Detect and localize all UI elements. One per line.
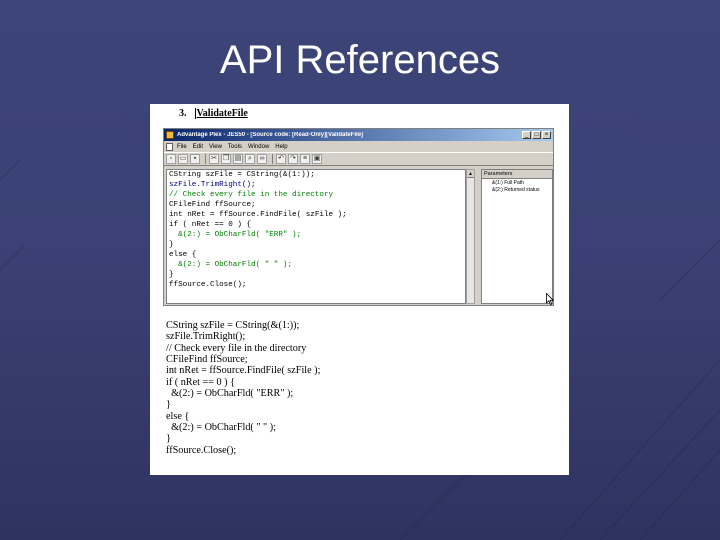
printed-code-line: else { (166, 410, 190, 422)
code-line: ffSource.Close(); (169, 281, 247, 289)
code-line: // Check every file in the directory (169, 191, 334, 199)
parameter-item[interactable]: &(1:) Full Path (482, 179, 552, 186)
printed-code-line: // Check every file in the directory (166, 342, 307, 354)
menu-bar: File Edit View Tools Window Help (164, 141, 553, 152)
toolbar-separator (205, 154, 206, 164)
document-image: 3. ValidateFile Advantage Plex - JES50 - … (150, 104, 569, 475)
printed-code-line: szFile.TrimRight(); (166, 331, 246, 343)
parameter-item[interactable]: &(2:) Returned status (482, 186, 552, 193)
parameters-header: Parameters (482, 170, 552, 179)
printed-code-line: } (166, 433, 171, 445)
vertical-scrollbar[interactable]: ▲ (466, 169, 475, 304)
redo-icon[interactable]: ↷ (288, 154, 298, 164)
scroll-up-icon[interactable]: ▲ (467, 170, 474, 178)
menu-view[interactable]: View (209, 144, 222, 150)
minimize-button[interactable]: _ (522, 131, 531, 139)
mouse-pointer-icon (546, 293, 554, 305)
document-icon (166, 142, 173, 151)
code-line: CString szFile = CString(&(1:)); (169, 171, 315, 179)
code-line: } (169, 241, 174, 249)
menu-file[interactable]: File (177, 144, 187, 150)
open-icon[interactable]: ▭ (178, 154, 188, 164)
binoculars-icon[interactable]: ∞ (257, 154, 267, 164)
printed-code-listing: CString szFile = CString(&(1:)); szFile.… (166, 320, 546, 456)
paste-icon[interactable]: ▤ (233, 154, 243, 164)
step-heading: 3. ValidateFile (179, 108, 248, 119)
code-line: szFile.TrimRight(); (169, 181, 256, 189)
code-line: CFileFind ffSource; (169, 201, 256, 209)
undo-icon[interactable]: ↶ (276, 154, 286, 164)
cut-icon[interactable]: ✂ (209, 154, 219, 164)
code-line: if ( nRet == 0 ) { (169, 221, 252, 229)
slide-title: API References (219, 38, 501, 82)
code-editor[interactable]: CString szFile = CString(&(1:)); szFile.… (166, 169, 466, 304)
app-icon (166, 131, 174, 139)
maximize-button[interactable]: □ (532, 131, 541, 139)
code-line: &(2:) = ObCharFld( " " ); (169, 261, 293, 269)
printed-code-line: &(2:) = ObCharFld( " " ); (166, 422, 276, 434)
step-number: 3. (179, 108, 187, 119)
printed-code-line: &(2:) = ObCharFld( "ERR" ); (166, 388, 294, 400)
code-line: } (169, 271, 174, 279)
window-titlebar: Advantage Plex - JES50 - [Source code: [… (164, 129, 553, 141)
menu-window[interactable]: Window (248, 144, 269, 150)
printed-code-line: } (166, 399, 171, 411)
window-title: Advantage Plex - JES50 - [Source code: [… (177, 132, 364, 138)
toolbar: ▫ ▭ ▪ ✂ ❐ ▤ ⌕ ∞ ↶ ↷ ≡ ▣ (164, 152, 553, 166)
printed-code-line: CString szFile = CString(&(1:)); (166, 320, 300, 331)
find-icon[interactable]: ⌕ (245, 154, 255, 164)
new-icon[interactable]: ▫ (166, 154, 176, 164)
menu-tools[interactable]: Tools (228, 144, 242, 150)
menu-edit[interactable]: Edit (193, 144, 203, 150)
copy-icon[interactable]: ❐ (221, 154, 231, 164)
menu-help[interactable]: Help (275, 144, 287, 150)
printed-code-line: int nRet = ffSource.FindFile( szFile ); (166, 365, 321, 377)
printed-code-line: CFileFind ffSource; (166, 354, 248, 366)
printed-code-line: ffSource.Close(); (166, 444, 237, 456)
toolbar-separator (272, 154, 273, 164)
app-window-screenshot: Advantage Plex - JES50 - [Source code: [… (163, 128, 554, 306)
close-button[interactable]: × (542, 131, 551, 139)
parameters-panel: Parameters &(1:) Full Path &(2:) Returne… (481, 169, 553, 304)
step-name: ValidateFile (194, 108, 248, 119)
printed-code-line: if ( nRet == 0 ) { (166, 376, 236, 388)
list-icon[interactable]: ≡ (300, 154, 310, 164)
save-icon[interactable]: ▪ (190, 154, 200, 164)
properties-icon[interactable]: ▣ (312, 154, 322, 164)
code-line: else { (169, 251, 197, 259)
code-line: &(2:) = ObCharFld( "ERR" ); (169, 231, 302, 239)
code-line: int nRet = ffSource.FindFile( szFile ); (169, 211, 347, 219)
